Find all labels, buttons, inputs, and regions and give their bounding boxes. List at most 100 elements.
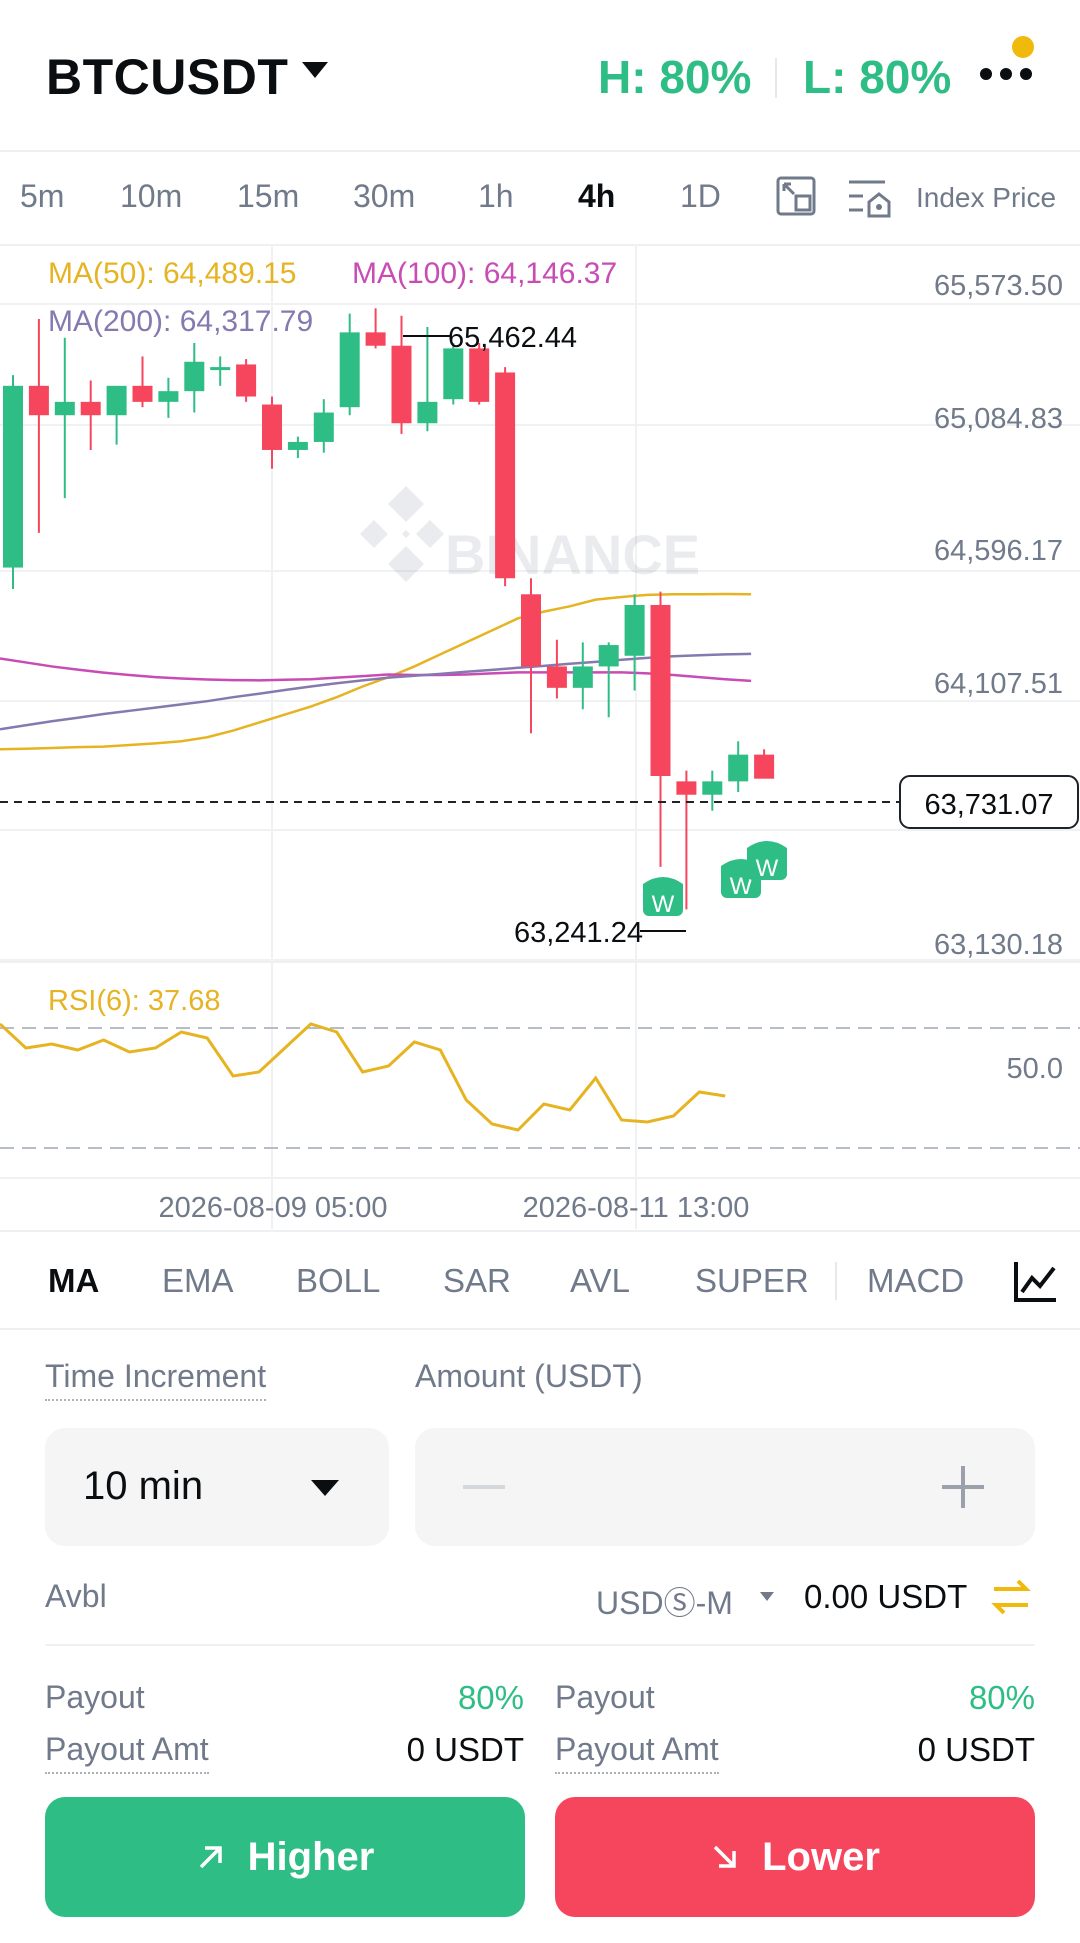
candle (521, 578, 541, 734)
candle (184, 343, 205, 413)
higher-button[interactable]: Higher (45, 1797, 525, 1917)
fullscreen-icon[interactable] (774, 174, 818, 218)
caret-down-icon[interactable] (302, 62, 328, 78)
candle (262, 396, 282, 469)
divider (835, 1262, 837, 1300)
candle (287, 436, 308, 458)
chart-canvas[interactable]: BINANCE 63,731.07 65,573.50 65,084.83 64… (0, 244, 1080, 1229)
ma200-legend: MA(200): 64,317.79 (48, 305, 313, 338)
binance-watermark: BINANCE (360, 486, 700, 586)
payout-amt-lower: 0 USDT (917, 1731, 1035, 1768)
lower-button-label: Lower (762, 1834, 880, 1879)
avbl-label: Avbl (45, 1578, 107, 1614)
time-increment-dropdown[interactable]: 10 min (45, 1428, 389, 1546)
candle (546, 639, 567, 699)
w-marker[interactable]: W (747, 841, 787, 882)
payout-amt-higher: 0 USDT (406, 1731, 524, 1768)
arrow-down-right-icon (713, 1845, 736, 1868)
payout-rate-lower: 80% (968, 1679, 1035, 1716)
watermark-text: BINANCE (445, 523, 700, 586)
candle (365, 308, 386, 349)
time-increment-label[interactable]: Time Increment (45, 1358, 267, 1401)
interval-bar: 5m 10m 15m 30m 1h 4h 1D Index Price (0, 152, 1080, 246)
candle (495, 367, 516, 587)
account-type-selector[interactable]: USDⓈ-M (596, 1578, 733, 1624)
candle (313, 399, 334, 453)
candle (106, 385, 127, 445)
notification-dot-icon (1012, 36, 1034, 58)
candle (132, 356, 153, 408)
payout-rate-higher: 80% (457, 1679, 524, 1716)
ma-line (0, 657, 752, 683)
transfer-icon[interactable] (990, 1577, 1032, 1617)
payout-amt-label-higher[interactable]: Payout Amt (45, 1731, 209, 1774)
candle (210, 356, 231, 386)
interval-30m[interactable]: 30m (353, 178, 415, 215)
interval-15m[interactable]: 15m (237, 178, 299, 215)
header-bar: BTCUSDT H: 80% L: 80% (0, 0, 1080, 152)
payout-amt-label-lower[interactable]: Payout Amt (555, 1731, 719, 1774)
lower-button[interactable]: Lower (555, 1797, 1035, 1917)
price-chart[interactable]: BINANCE 63,731.07 65,573.50 65,084.83 64… (0, 244, 1080, 1229)
tab-super[interactable]: SUPER (695, 1262, 809, 1300)
candle (754, 749, 775, 779)
w-marker[interactable]: W (643, 877, 683, 918)
date-label: 2026-08-11 13:00 (523, 1192, 750, 1224)
high-price-label: 65,462.44 (448, 322, 577, 354)
caret-down-icon (311, 1480, 339, 1496)
candle (54, 337, 75, 499)
caret-down-icon[interactable] (760, 1592, 774, 1601)
interval-10m[interactable]: 10m (120, 178, 182, 215)
index-price-toggle[interactable]: Index Price (916, 182, 1056, 214)
interval-5m[interactable]: 5m (20, 178, 64, 215)
tab-ema[interactable]: EMA (162, 1262, 234, 1300)
interval-4h[interactable]: 4h (578, 178, 615, 215)
candle (624, 594, 645, 691)
candle (158, 377, 179, 418)
higher-button-label: Higher (247, 1834, 375, 1879)
candle (702, 770, 723, 811)
candle (728, 741, 749, 793)
price-tick: 63,130.18 (934, 929, 1063, 961)
price-tick: 65,573.50 (934, 270, 1063, 302)
tab-avl[interactable]: AVL (570, 1262, 630, 1300)
svg-text:W: W (756, 855, 779, 882)
low-payout-rate: L: 80% (803, 51, 952, 103)
candle (391, 315, 412, 434)
ma50-legend: MA(50): 64,489.15 (48, 257, 296, 290)
svg-text:W: W (652, 891, 675, 918)
divider (45, 1644, 1035, 1646)
high-payout-rate: H: 80% (598, 51, 752, 103)
candle (417, 327, 438, 432)
price-tick: 65,084.83 (934, 403, 1063, 435)
tab-boll[interactable]: BOLL (296, 1262, 380, 1300)
interval-1d[interactable]: 1D (680, 178, 721, 215)
amount-input[interactable] (415, 1428, 1035, 1546)
increase-amount-button[interactable] (942, 1466, 984, 1508)
candle (80, 380, 101, 450)
price-tick: 64,596.17 (934, 535, 1063, 567)
rsi-line (0, 1022, 726, 1132)
decrease-amount-button[interactable] (463, 1485, 505, 1489)
time-increment-value: 10 min (83, 1464, 204, 1508)
candle (650, 591, 671, 867)
more-menu-icon[interactable] (980, 68, 1032, 82)
indicator-tabs: MA EMA BOLL SAR AVL SUPER MACD (0, 1230, 1080, 1330)
arrow-up-right-icon (199, 1846, 222, 1869)
settings-icon[interactable] (845, 174, 893, 220)
rsi-legend: RSI(6): 37.68 (48, 985, 220, 1017)
candle (572, 642, 593, 710)
symbol-selector[interactable]: BTCUSDT (46, 48, 288, 106)
tab-ma[interactable]: MA (48, 1262, 99, 1300)
indicator-chart-icon[interactable] (1012, 1258, 1058, 1304)
rsi-level-label: 50.0 (1007, 1053, 1063, 1085)
candle (598, 642, 619, 718)
candle (3, 375, 23, 589)
payout-label-higher: Payout (45, 1679, 145, 1715)
tab-sar[interactable]: SAR (443, 1262, 511, 1300)
tab-macd[interactable]: MACD (867, 1262, 964, 1300)
ma100-legend: MA(100): 64,146.37 (352, 257, 617, 290)
divider (775, 58, 777, 98)
price-tick: 64,107.51 (934, 668, 1063, 700)
interval-1h[interactable]: 1h (478, 178, 514, 215)
